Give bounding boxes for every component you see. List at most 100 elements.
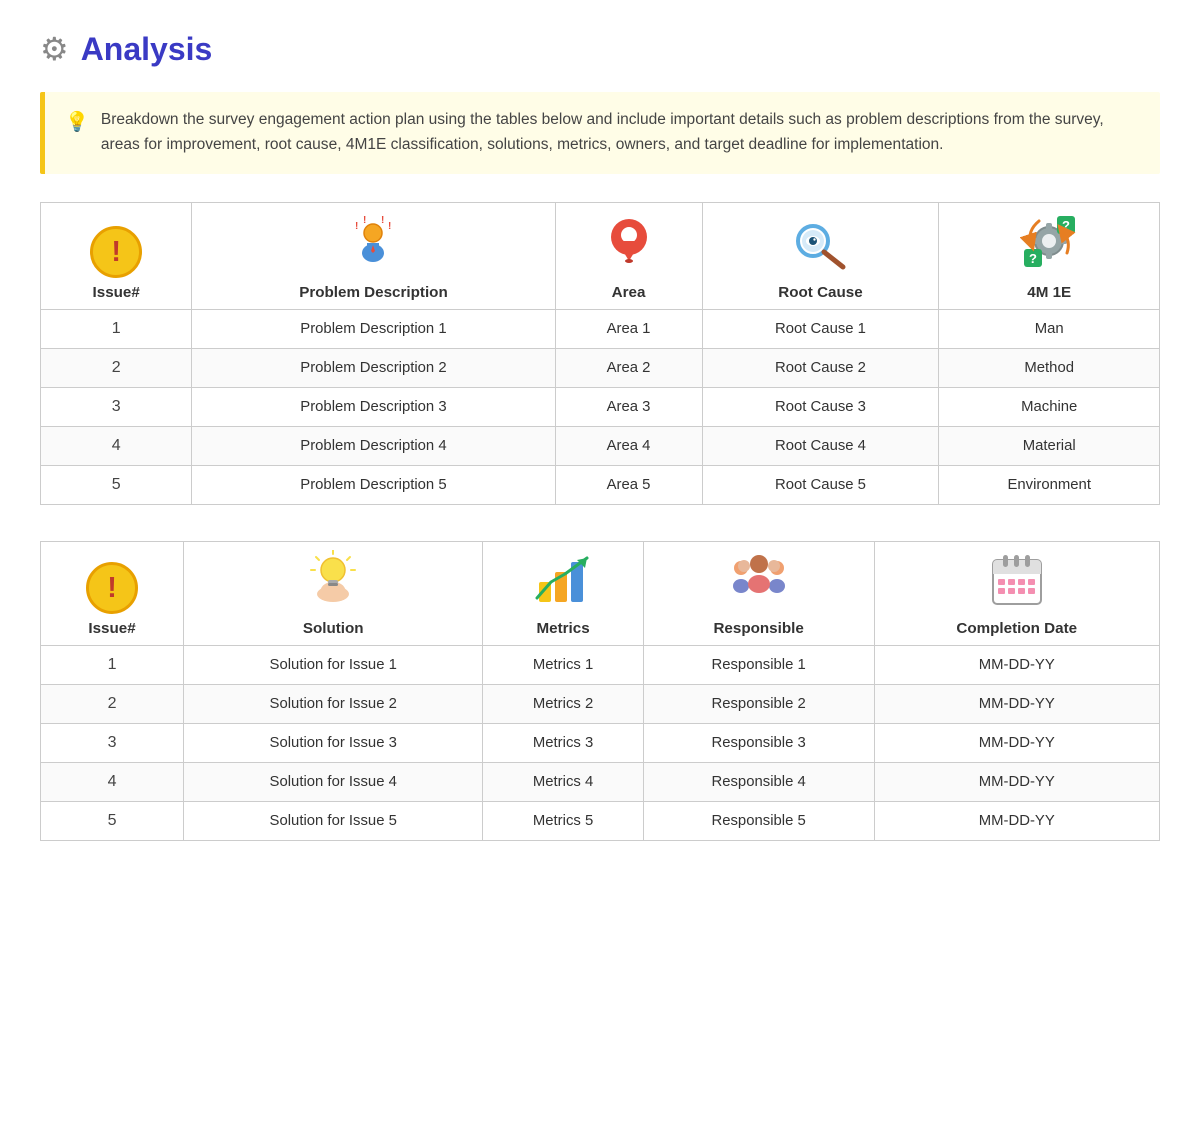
t2-r2-metrics: Metrics 2 (483, 685, 643, 724)
t2-r4-solution: Solution for Issue 4 (184, 763, 483, 802)
t1-r5-area: Area 5 (555, 466, 702, 505)
table-row: 1 Problem Description 1 Area 1 Root Caus… (41, 310, 1160, 349)
th2-solution-label: Solution (192, 620, 474, 637)
t1-r5-problem: Problem Description 5 (192, 466, 555, 505)
th-4m1e-label: 4M 1E (947, 284, 1151, 301)
info-box: 💡 Breakdown the survey engagement action… (40, 92, 1160, 174)
table-row: 2 Solution for Issue 2 Metrics 2 Respons… (41, 685, 1160, 724)
table-row: 3 Problem Description 3 Area 3 Root Caus… (41, 388, 1160, 427)
t1-r2-area: Area 2 (555, 349, 702, 388)
t1-r2-problem: Problem Description 2 (192, 349, 555, 388)
t1-r1-4m1e: Man (939, 310, 1160, 349)
rootcause-icon (711, 221, 931, 279)
problem-icon: ! ! ! ! (200, 215, 546, 279)
table1-section: ! Issue# (40, 202, 1160, 506)
t2-r4-completion: MM-DD-YY (874, 763, 1160, 802)
table-row: 4 Solution for Issue 4 Metrics 4 Respons… (41, 763, 1160, 802)
svg-text:!: ! (363, 215, 366, 226)
th2-metrics-label: Metrics (491, 620, 634, 637)
th-rootcause: Root Cause (702, 202, 939, 310)
analysis-table-1: ! Issue# (40, 202, 1160, 506)
th2-solution: Solution (184, 542, 483, 646)
t1-r1-problem: Problem Description 1 (192, 310, 555, 349)
t1-r3-problem: Problem Description 3 (192, 388, 555, 427)
metrics-icon (491, 554, 634, 614)
th-rootcause-label: Root Cause (711, 284, 931, 301)
t1-r1-area: Area 1 (555, 310, 702, 349)
issue-icon: ! (49, 224, 183, 278)
t1-r1-issue: 1 (41, 310, 192, 349)
t2-r2-completion: MM-DD-YY (874, 685, 1160, 724)
t1-r2-rootcause: Root Cause 2 (702, 349, 939, 388)
t2-r4-responsible: Responsible 4 (643, 763, 874, 802)
table-row: 1 Solution for Issue 1 Metrics 1 Respons… (41, 646, 1160, 685)
completion-icon (883, 550, 1152, 614)
area-icon (564, 213, 694, 279)
t1-r4-area: Area 4 (555, 427, 702, 466)
th-problem: ! ! ! ! Problem Description (192, 202, 555, 310)
page-header: ⚙ Analysis (40, 30, 1160, 68)
info-box-text: Breakdown the survey engagement action p… (101, 108, 1140, 158)
t2-r5-issue: 5 (41, 802, 184, 841)
th-issue-label: Issue# (49, 284, 183, 301)
gear-icon: ⚙ (40, 30, 69, 68)
t1-r5-4m1e: Environment (939, 466, 1160, 505)
responsible-icon (652, 550, 866, 614)
lightbulb-icon: 💡 (65, 110, 89, 134)
th2-issue-label: Issue# (49, 620, 175, 637)
t1-r1-rootcause: Root Cause 1 (702, 310, 939, 349)
th2-completion-label: Completion Date (883, 620, 1152, 637)
th-area: Area (555, 202, 702, 310)
th2-responsible: Responsible (643, 542, 874, 646)
t2-r5-solution: Solution for Issue 5 (184, 802, 483, 841)
th-area-label: Area (564, 284, 694, 301)
t2-r3-issue: 3 (41, 724, 184, 763)
t2-r1-responsible: Responsible 1 (643, 646, 874, 685)
t2-r3-solution: Solution for Issue 3 (184, 724, 483, 763)
table-row: 3 Solution for Issue 3 Metrics 3 Respons… (41, 724, 1160, 763)
svg-text:!: ! (388, 221, 391, 232)
t1-r3-area: Area 3 (555, 388, 702, 427)
t1-r4-rootcause: Root Cause 4 (702, 427, 939, 466)
t2-r5-responsible: Responsible 5 (643, 802, 874, 841)
issue2-icon: ! (49, 560, 175, 614)
th-issue: ! Issue# (41, 202, 192, 310)
analysis-table-2: ! Issue# (40, 541, 1160, 841)
t2-r4-issue: 4 (41, 763, 184, 802)
t2-r3-responsible: Responsible 3 (643, 724, 874, 763)
table2-body: 1 Solution for Issue 1 Metrics 1 Respons… (41, 646, 1160, 841)
t1-r2-4m1e: Method (939, 349, 1160, 388)
table-row: 5 Problem Description 5 Area 5 Root Caus… (41, 466, 1160, 505)
th2-completion: Completion Date (874, 542, 1160, 646)
svg-text:!: ! (355, 221, 358, 232)
t2-r3-metrics: Metrics 3 (483, 724, 643, 763)
4m1e-icon: ? ? (947, 211, 1151, 279)
t1-r2-issue: 2 (41, 349, 192, 388)
t2-r2-responsible: Responsible 2 (643, 685, 874, 724)
table-row: 2 Problem Description 2 Area 2 Root Caus… (41, 349, 1160, 388)
t1-r5-issue: 5 (41, 466, 192, 505)
table1-body: 1 Problem Description 1 Area 1 Root Caus… (41, 310, 1160, 505)
th-problem-label: Problem Description (200, 284, 546, 301)
th2-responsible-label: Responsible (652, 620, 866, 637)
t2-r4-metrics: Metrics 4 (483, 763, 643, 802)
t2-r1-metrics: Metrics 1 (483, 646, 643, 685)
page-title: Analysis (81, 31, 213, 68)
t1-r4-issue: 4 (41, 427, 192, 466)
t1-r3-issue: 3 (41, 388, 192, 427)
t2-r5-completion: MM-DD-YY (874, 802, 1160, 841)
svg-text:?: ? (1029, 251, 1037, 266)
table-row: 4 Problem Description 4 Area 4 Root Caus… (41, 427, 1160, 466)
t2-r2-solution: Solution for Issue 2 (184, 685, 483, 724)
table2-section: ! Issue# (40, 541, 1160, 841)
t2-r1-completion: MM-DD-YY (874, 646, 1160, 685)
t1-r3-4m1e: Machine (939, 388, 1160, 427)
t1-r3-rootcause: Root Cause 3 (702, 388, 939, 427)
t1-r5-rootcause: Root Cause 5 (702, 466, 939, 505)
solution-icon (192, 550, 474, 614)
t2-r3-completion: MM-DD-YY (874, 724, 1160, 763)
table-row: 5 Solution for Issue 5 Metrics 5 Respons… (41, 802, 1160, 841)
t2-r5-metrics: Metrics 5 (483, 802, 643, 841)
t1-r4-problem: Problem Description 4 (192, 427, 555, 466)
th2-metrics: Metrics (483, 542, 643, 646)
